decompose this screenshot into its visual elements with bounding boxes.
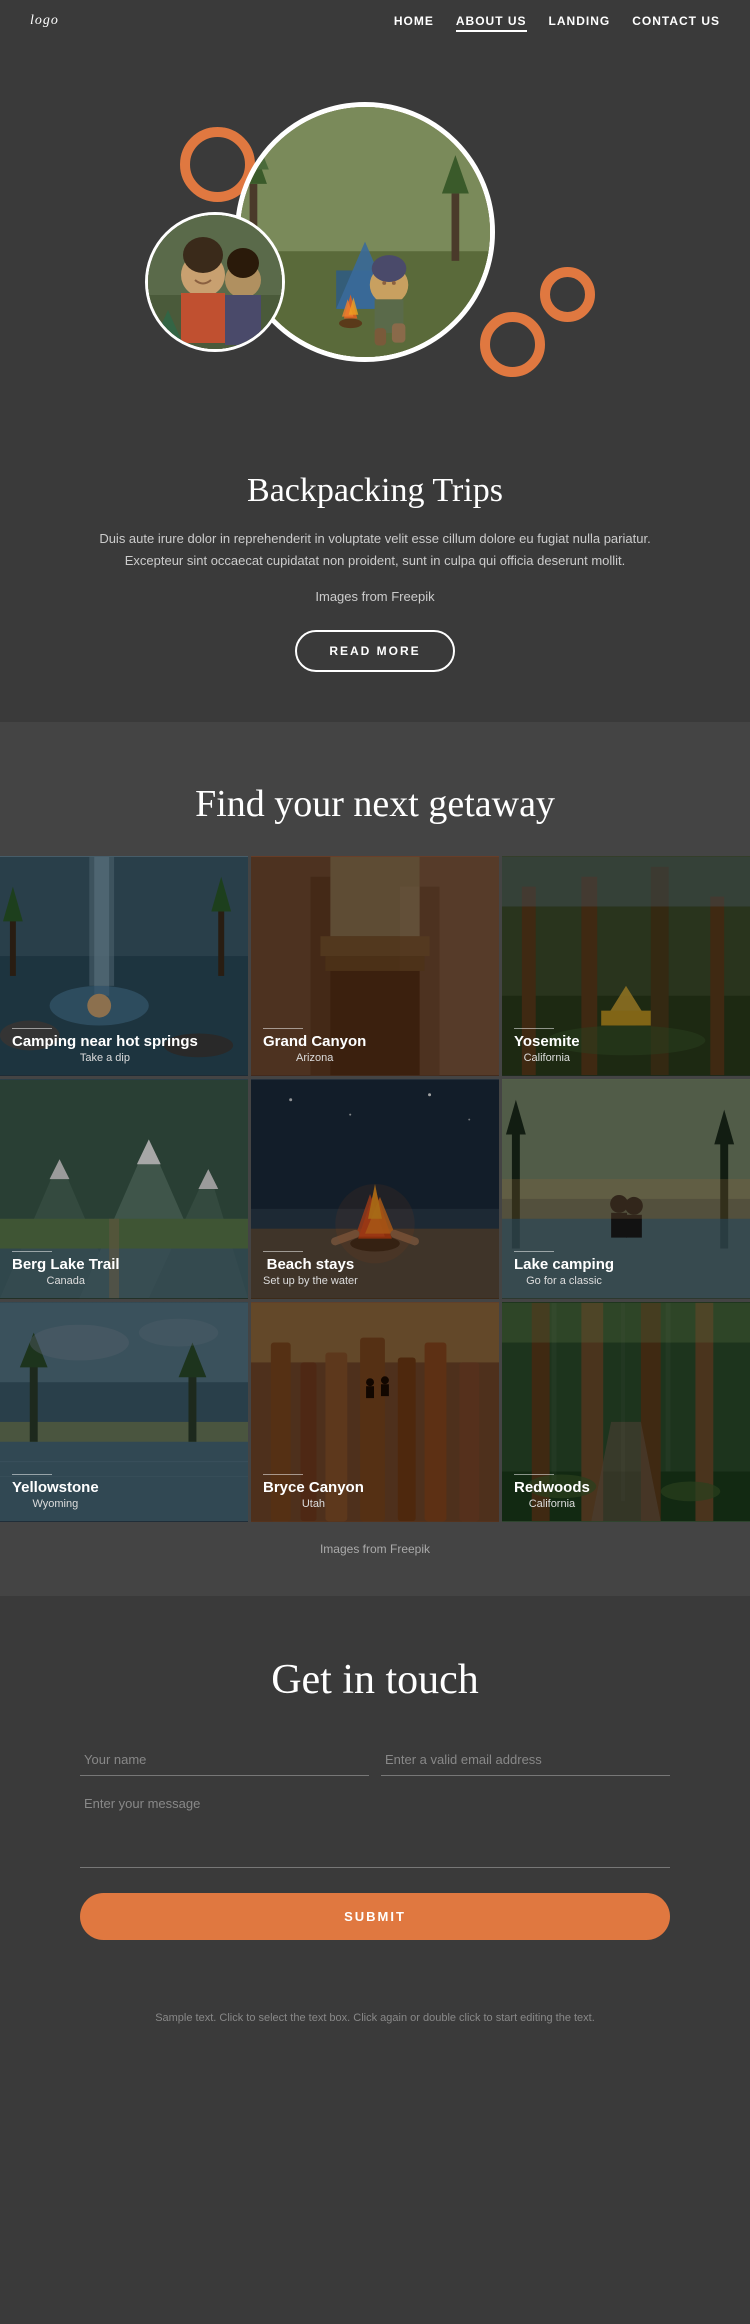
grid-item-berg-lake[interactable]: Berg Lake Trail Canada [0, 1079, 248, 1299]
nav-about[interactable]: ABOUT US [456, 14, 527, 32]
grid-item-info-3: Berg Lake Trail Canada [12, 1247, 120, 1287]
nav-contact[interactable]: CONTACT US [632, 14, 720, 28]
grid-item-bryce-canyon[interactable]: Bryce Canyon Utah [251, 1302, 499, 1522]
grid-item-sub-4: Set up by the water [263, 1275, 358, 1287]
grid-item-lake-camping[interactable]: Lake camping Go for a classic [502, 1079, 750, 1299]
backpacking-description: Duis aute irure dolor in reprehenderit i… [80, 528, 670, 572]
grid-item-sub-5: Go for a classic [514, 1275, 614, 1287]
grid-item-sub-0: Take a dip [12, 1052, 198, 1064]
contact-section: Get in touch SUBMIT [0, 1596, 750, 1990]
getaway-section: Find your next getaway [0, 722, 750, 1596]
grid-item-yellowstone[interactable]: Yellowstone Wyoming [0, 1302, 248, 1522]
decorative-ring-3 [540, 267, 595, 322]
grid-item-info-7: Bryce Canyon Utah [263, 1470, 364, 1510]
hero-small-image [148, 215, 282, 349]
grid-item-title-3: Berg Lake Trail [12, 1256, 120, 1273]
grid-item-sub-6: Wyoming [12, 1498, 99, 1510]
hero-main-circle [235, 102, 495, 362]
email-input[interactable] [381, 1744, 670, 1776]
grid-divider-4 [263, 1251, 303, 1252]
grid-item-title-8: Redwoods [514, 1479, 590, 1496]
hero-main-image [240, 107, 490, 357]
grid-item-title-1: Grand Canyon [263, 1033, 366, 1050]
grid-divider-2 [514, 1028, 554, 1029]
grid-divider-7 [263, 1474, 303, 1475]
grid-item-beach-stays[interactable]: Beach stays Set up by the water [251, 1079, 499, 1299]
grid-item-title-0: Camping near hot springs [12, 1033, 198, 1050]
name-input[interactable] [80, 1744, 369, 1776]
hero-images [125, 72, 625, 412]
submit-button[interactable]: SUBMIT [80, 1893, 670, 1940]
grid-divider-6 [12, 1474, 52, 1475]
grid-item-title-7: Bryce Canyon [263, 1479, 364, 1496]
grid-item-title-5: Lake camping [514, 1256, 614, 1273]
nav-landing[interactable]: LANDING [549, 14, 611, 28]
form-row-1 [80, 1744, 670, 1776]
nav-home[interactable]: HOME [394, 14, 434, 28]
grid-item-info-8: Redwoods California [514, 1470, 590, 1510]
navigation: logo HOME ABOUT US LANDING CONTACT US [0, 0, 750, 42]
footer-note: Sample text. Click to select the text bo… [0, 1990, 750, 2058]
grid-divider-8 [514, 1474, 554, 1475]
hero-small-circle [145, 212, 285, 352]
contact-title: Get in touch [80, 1656, 670, 1704]
contact-form: SUBMIT [80, 1744, 670, 1940]
grid-item-sub-3: Canada [12, 1275, 120, 1287]
grid-item-sub-7: Utah [263, 1498, 364, 1510]
nav-links: HOME ABOUT US LANDING CONTACT US [394, 12, 720, 30]
grid-divider-3 [12, 1251, 52, 1252]
grid-item-info-5: Lake camping Go for a classic [514, 1247, 614, 1287]
grid-item-sub-8: California [514, 1498, 590, 1510]
grid-item-title-6: Yellowstone [12, 1479, 99, 1496]
grid-item-info-6: Yellowstone Wyoming [12, 1470, 99, 1510]
message-textarea[interactable] [80, 1788, 670, 1868]
decorative-ring-2 [480, 312, 545, 377]
grid-divider-5 [514, 1251, 554, 1252]
grid-item-grand-canyon[interactable]: Grand Canyon Arizona [251, 856, 499, 1076]
logo: logo [30, 13, 59, 29]
grid-item-title-2: Yosemite [514, 1033, 580, 1050]
grid-item-info-1: Grand Canyon Arizona [263, 1024, 366, 1064]
grid-item-sub-2: California [514, 1052, 580, 1064]
destinations-grid: Camping near hot springs Take a dip [0, 856, 750, 1522]
getaway-title: Find your next getaway [0, 782, 750, 826]
grid-item-info-4: Beach stays Set up by the water [263, 1247, 358, 1287]
grid-images-credit: Images from Freepik [0, 1542, 750, 1556]
backpacking-title: Backpacking Trips [80, 472, 670, 510]
grid-item-title-4: Beach stays [263, 1256, 358, 1273]
grid-item-yosemite[interactable]: Yosemite California [502, 856, 750, 1076]
read-more-button[interactable]: READ MORE [295, 630, 454, 672]
hero-section [0, 42, 750, 462]
grid-item-info-2: Yosemite California [514, 1024, 580, 1064]
grid-item-sub-1: Arizona [263, 1052, 366, 1064]
backpacking-images-credit: Images from Freepik [80, 586, 670, 608]
grid-item-redwoods[interactable]: Redwoods California [502, 1302, 750, 1522]
grid-divider-1 [263, 1028, 303, 1029]
footer-note-text: Sample text. Click to select the text bo… [80, 2010, 670, 2028]
grid-divider-0 [12, 1028, 52, 1029]
grid-item-camping-hotsprings[interactable]: Camping near hot springs Take a dip [0, 856, 248, 1076]
grid-item-info-0: Camping near hot springs Take a dip [12, 1024, 198, 1064]
backpacking-section: Backpacking Trips Duis aute irure dolor … [0, 462, 750, 722]
